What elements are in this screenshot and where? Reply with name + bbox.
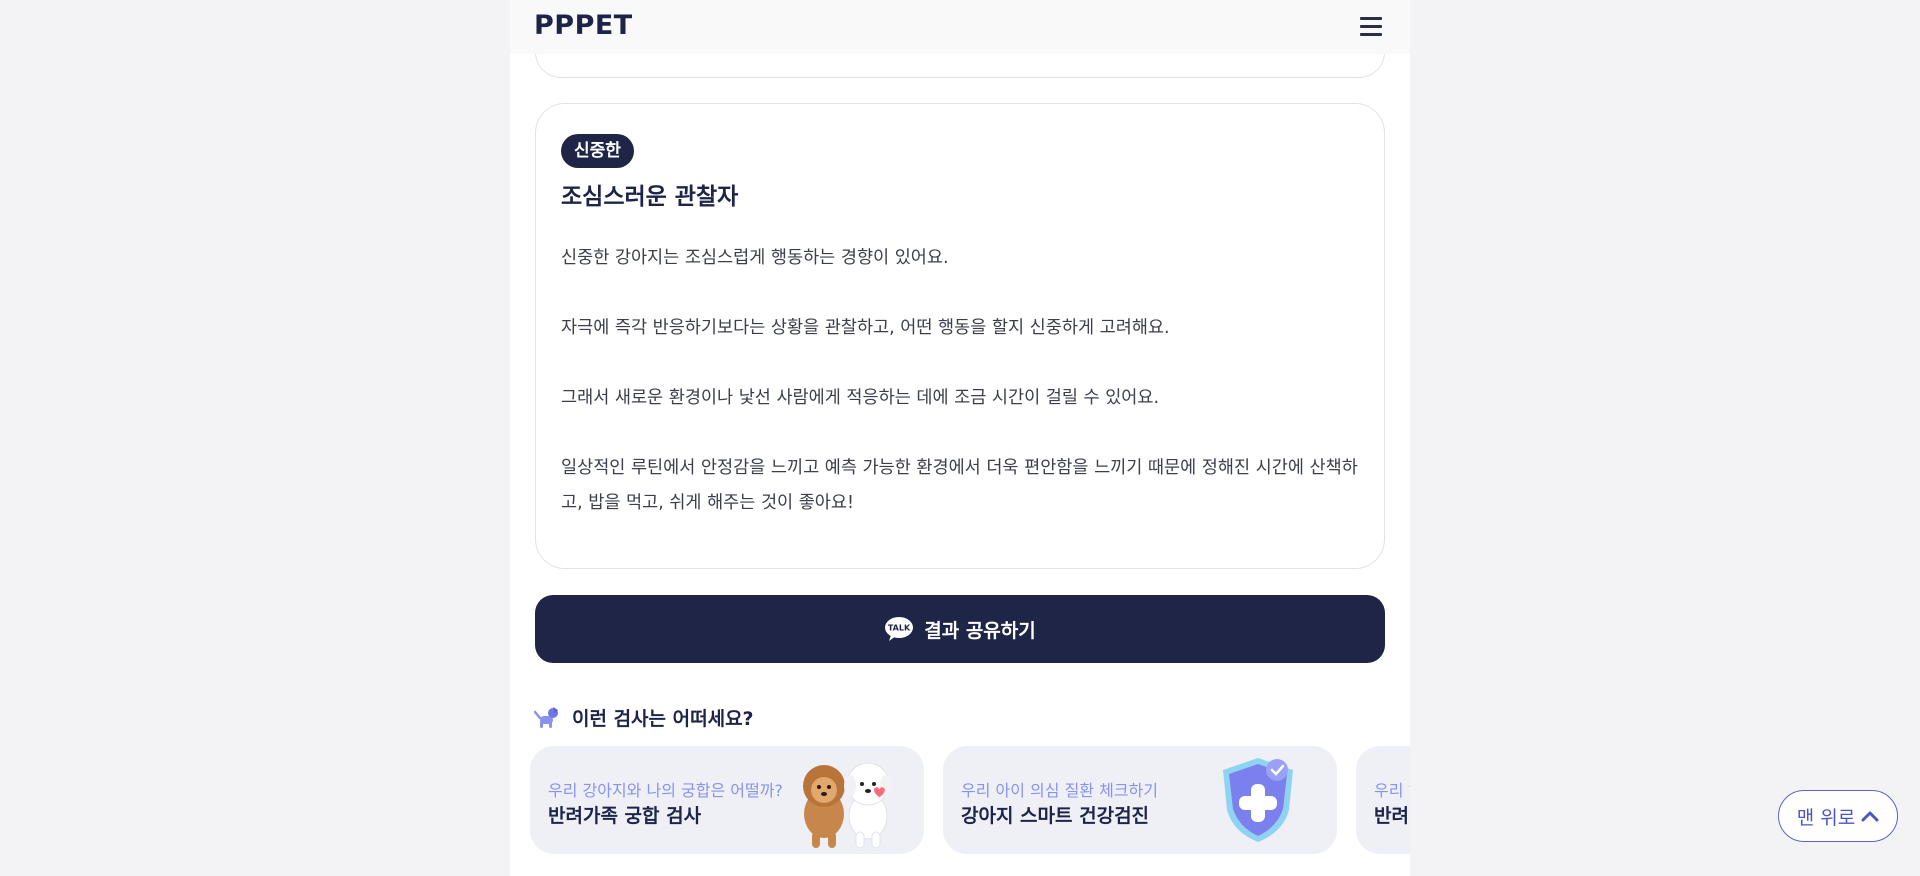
share-button-label: 결과 공유하기 (924, 619, 1036, 642)
result-description: 신중한 강아지는 조심스럽게 행동하는 경향이 있어요. 자극에 즉각 반응하기… (561, 241, 1361, 521)
dog-friends-illustration (803, 762, 892, 849)
share-result-button[interactable]: TALK 결과 공유하기 (535, 595, 1385, 663)
hamburger-icon[interactable] (1358, 14, 1384, 40)
result-paragraph: 그래서 새로운 환경이나 낯선 사람에게 적응하는 데에 조금 시간이 걸릴 수… (561, 388, 1160, 408)
scroll-to-top-button[interactable]: 맨 위로 (1778, 790, 1898, 842)
recommend-card-subtitle: 우리 강아지와 나의 궁합은 어떨까? (548, 781, 783, 800)
trait-badge: 신중한 (561, 134, 634, 168)
result-title: 조심스러운 관찰자 (561, 184, 739, 210)
recommend-card[interactable]: 우리 강아지와 나의 궁합은 어떨까? 반려가족 궁합 검사 (530, 746, 924, 854)
recommend-card-title: 반려? (1374, 805, 1410, 827)
recommend-card-title: 강아지 스마트 건강검진 (961, 805, 1150, 827)
recommend-card[interactable]: 우리 아이 의심 질환 체크하기 강아지 스마트 건강검진 (943, 746, 1337, 854)
result-paragraph: 자극에 즉각 반응하기보다는 상황을 관찰하고, 어떤 행동을 할지 신중하게 … (561, 318, 1170, 338)
logo[interactable]: PPPET (534, 10, 633, 41)
recommend-card-title: 반려가족 궁합 검사 (548, 805, 702, 827)
top-button-label: 맨 위로 (1796, 806, 1856, 829)
recommend-card[interactable]: 우리 ? 반려? (1356, 746, 1410, 854)
kakao-talk-icon: TALK (885, 617, 914, 641)
recommend-card-subtitle: 우리 아이 의심 질환 체크하기 (961, 781, 1158, 800)
result-card: 신중한 조심스러운 관찰자 신중한 강아지는 조심스럽게 행동하는 경향이 있어… (535, 103, 1385, 569)
recommend-section-header: 이런 검사는 어떠세요? (534, 702, 754, 732)
recommend-title: 이런 검사는 어떠세요? (572, 707, 754, 730)
main-column: PPPET 신중한 조심스러운 관찰자 신중한 강아지는 조심스럽게 행동하는 … (510, 0, 1410, 876)
result-paragraph: 일상적인 루틴에서 안정감을 느끼고 예측 가능한 환경에서 더욱 편안함을 느… (561, 458, 1358, 513)
chevron-up-icon (1861, 811, 1879, 822)
health-shield-illustration (1223, 758, 1293, 842)
header: PPPET (510, 0, 1410, 54)
svg-text:TALK: TALK (888, 624, 911, 633)
recommend-card-subtitle: 우리 ? (1374, 781, 1410, 800)
result-paragraph: 신중한 강아지는 조심스럽게 행동하는 경향이 있어요. (561, 248, 949, 268)
dog-icon (534, 707, 558, 728)
